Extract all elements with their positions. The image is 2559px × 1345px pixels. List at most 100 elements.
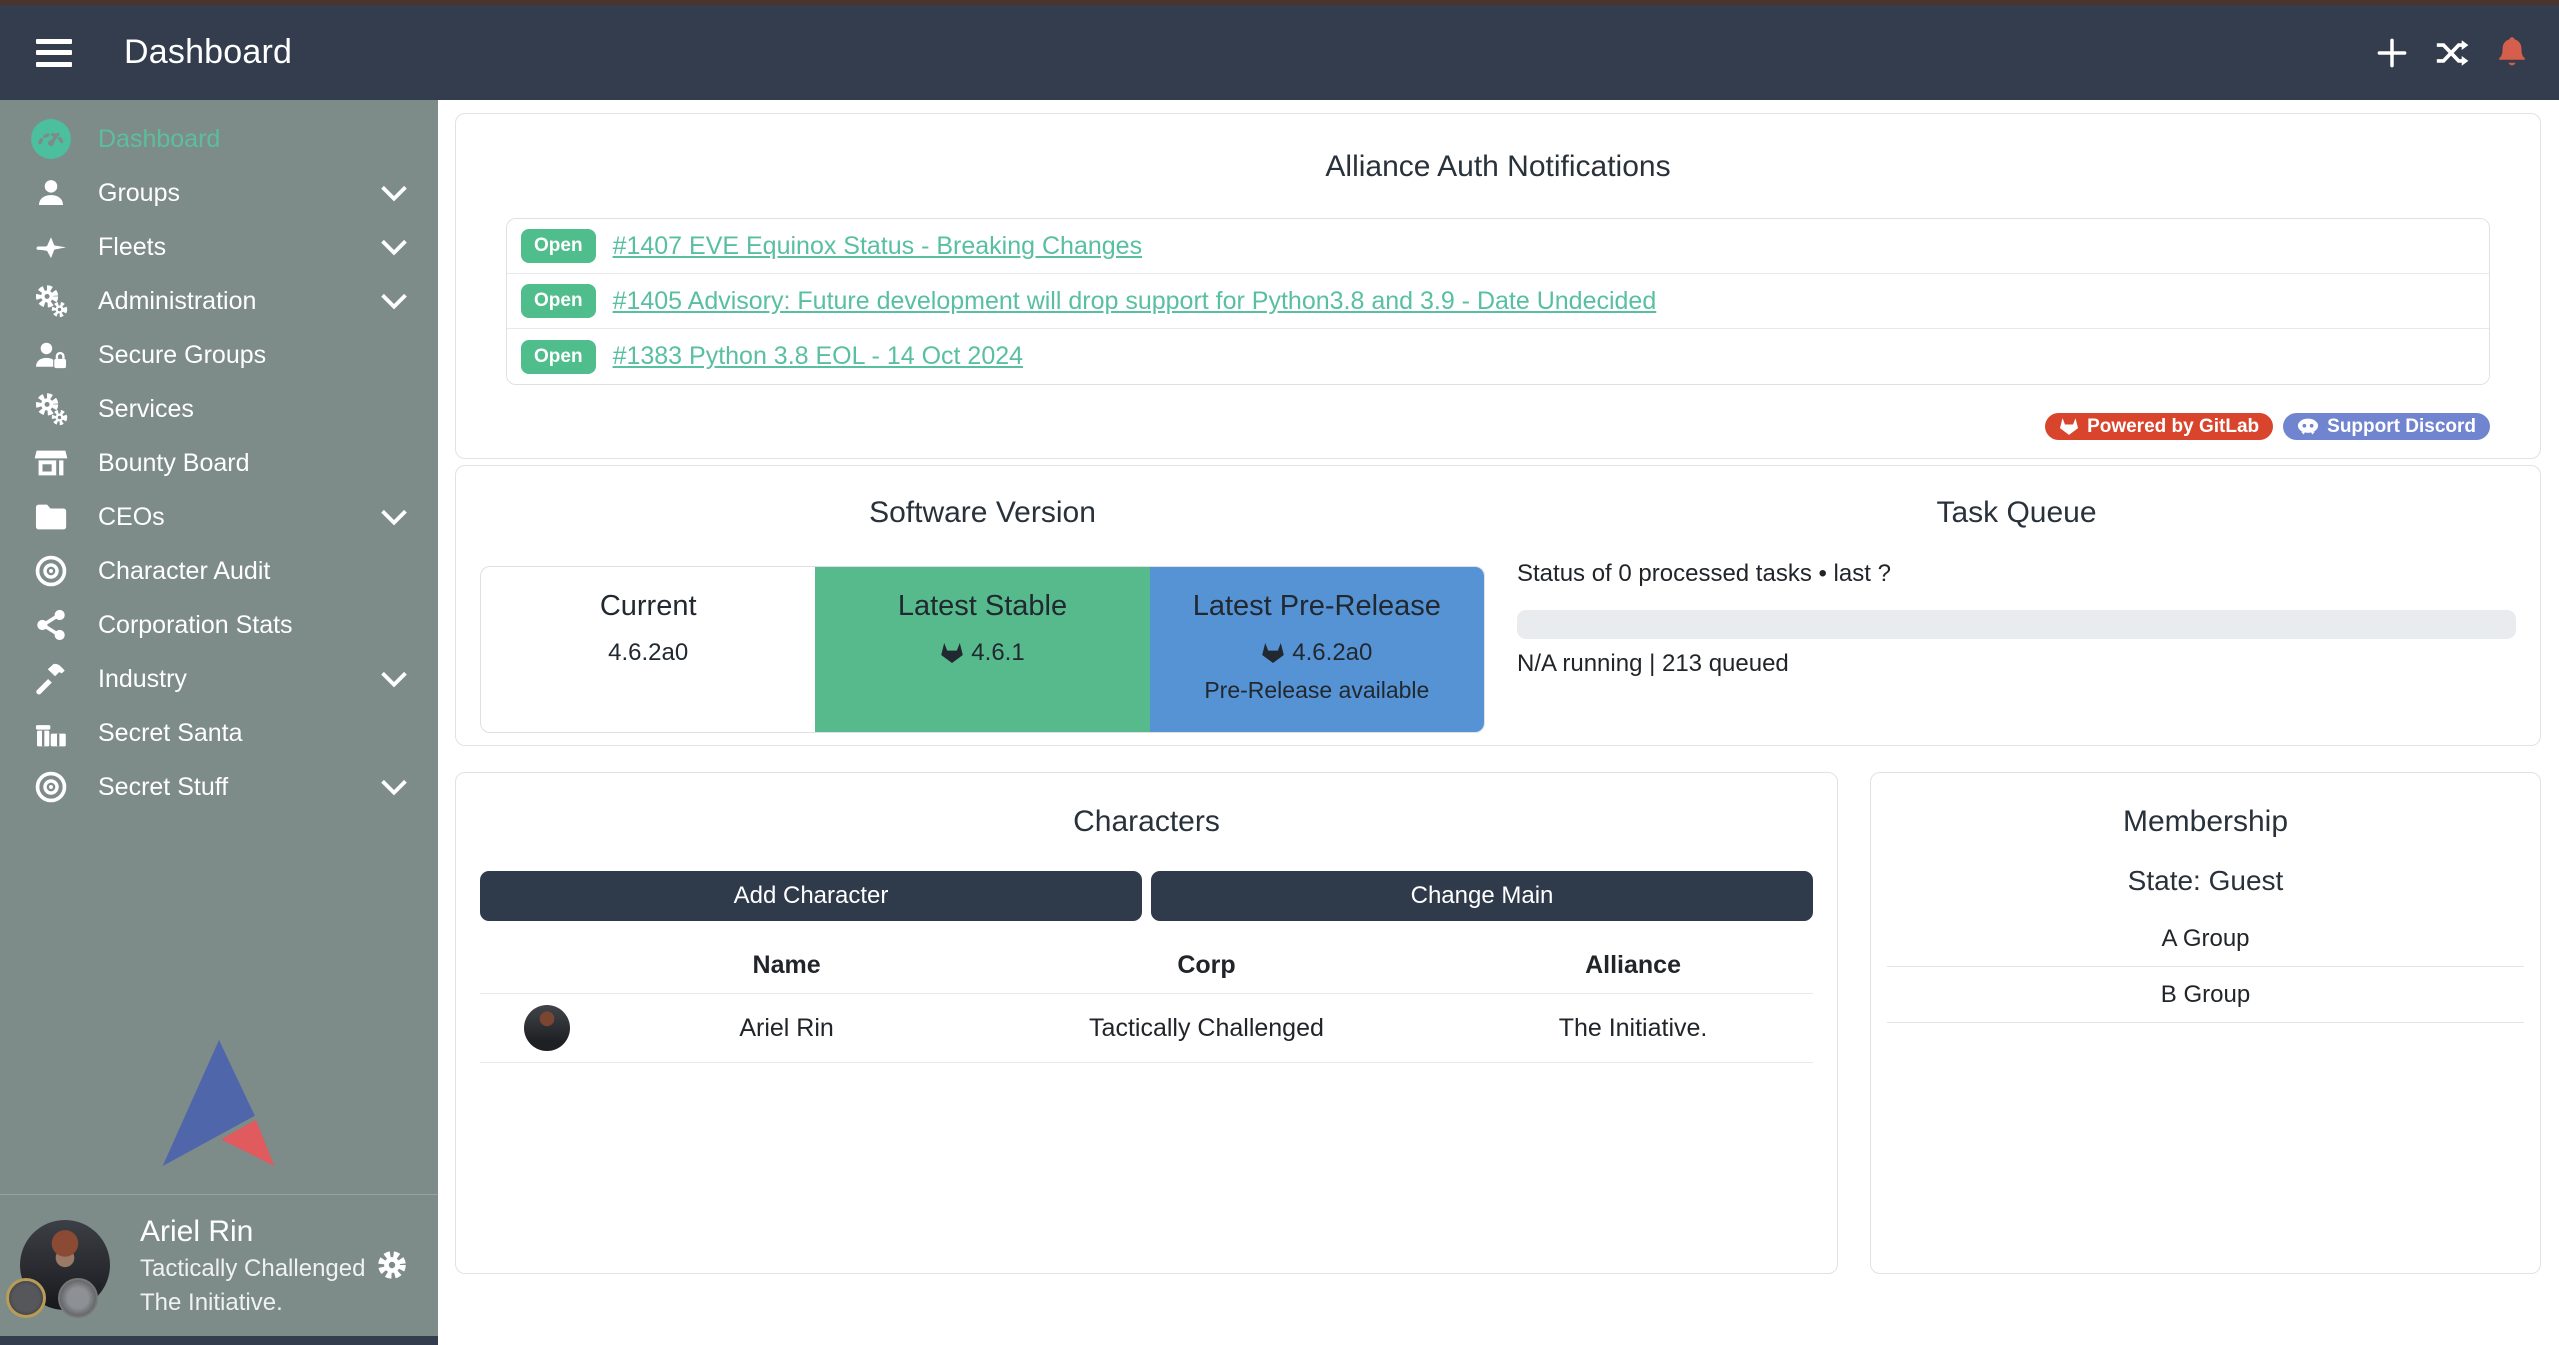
gauge-icon: [28, 118, 74, 160]
sidebar-bottom-bar: [0, 1336, 438, 1345]
status-badge: Open: [521, 229, 596, 263]
folder-icon: [28, 502, 74, 532]
notification-row: Open #1383 Python 3.8 EOL - 14 Oct 2024: [507, 329, 2489, 384]
notification-link[interactable]: #1405 Advisory: Future development will …: [613, 287, 1657, 316]
bell-icon[interactable]: [2495, 36, 2529, 70]
character-corp: Tactically Challenged: [960, 1014, 1453, 1043]
sidebar-item-industry[interactable]: Industry: [0, 652, 438, 706]
sidebar-item-dashboard[interactable]: Dashboard: [0, 112, 438, 166]
characters-table: Name Corp Alliance Ariel Rin Tactically …: [480, 937, 1813, 1063]
software-version-section: Software Version Current 4.6.2a0 Latest …: [480, 496, 1485, 745]
sidebar-item-label: Groups: [98, 179, 180, 208]
task-queue-counts: N/A running | 213 queued: [1517, 650, 2516, 678]
discord-icon: [2297, 418, 2319, 435]
sidebar-item-groups[interactable]: Groups: [0, 166, 438, 220]
task-queue-title: Task Queue: [1517, 496, 2516, 530]
list-item: B Group: [1887, 967, 2524, 1023]
gear-icon[interactable]: [376, 1249, 408, 1281]
membership-state: State: Guest: [1887, 865, 2524, 897]
sidebar-item-label: Services: [98, 395, 194, 424]
characters-panel: Characters Add Character Change Main Nam…: [455, 772, 1838, 1274]
jet-icon: [28, 231, 74, 263]
gitlab-tanuki-icon: [2059, 417, 2079, 436]
version-current-cell: Current 4.6.2a0: [481, 567, 815, 732]
page-title: Dashboard: [124, 33, 292, 72]
software-taskqueue-panel: Software Version Current 4.6.2a0 Latest …: [455, 465, 2541, 746]
notification-link[interactable]: #1407 EVE Equinox Status - Breaking Chan…: [613, 232, 1143, 261]
notification-row: Open #1405 Advisory: Future development …: [507, 274, 2489, 329]
sidebar-item-character-audit[interactable]: Character Audit: [0, 544, 438, 598]
gitlab-tanuki-icon: [940, 642, 964, 664]
gitlab-tanuki-icon: [1261, 642, 1285, 664]
navbar-actions: [2375, 36, 2529, 70]
sidebar-nav: Dashboard Groups Fleets: [0, 100, 438, 814]
sidebar-item-label: Dashboard: [98, 125, 220, 154]
sidebar-item-label: Administration: [98, 287, 256, 316]
status-badge: Open: [521, 340, 596, 374]
user-lock-icon: [28, 339, 74, 371]
sidebar-item-label: Corporation Stats: [98, 611, 293, 640]
user-icon: [28, 177, 74, 209]
notification-link[interactable]: #1383 Python 3.8 EOL - 14 Oct 2024: [613, 342, 1023, 371]
task-queue-section: Task Queue Status of 0 processed tasks •…: [1517, 496, 2516, 745]
shuffle-icon[interactable]: [2435, 36, 2469, 70]
chevron-down-icon: [380, 184, 408, 202]
character-name: Ariel Rin: [613, 1014, 960, 1043]
membership-panel: Membership State: Guest A Group B Group: [1870, 772, 2541, 1274]
membership-title: Membership: [1887, 805, 2524, 839]
notifications-title: Alliance Auth Notifications: [506, 150, 2490, 184]
table-row: Ariel Rin Tactically Challenged The Init…: [480, 993, 1813, 1063]
plus-icon[interactable]: [2375, 36, 2409, 70]
eye-icon: [28, 554, 74, 588]
user-avatar: [20, 1220, 110, 1310]
share-icon: [28, 609, 74, 641]
eye-icon: [28, 770, 74, 804]
sidebar-item-label: CEOs: [98, 503, 165, 532]
chevron-down-icon: [380, 292, 408, 310]
group-list: A Group B Group: [1887, 911, 2524, 1023]
hammer-icon: [28, 662, 74, 696]
user-name: Ariel Rin: [140, 1213, 365, 1251]
sidebar-item-bounty-board[interactable]: Bounty Board: [0, 436, 438, 490]
notifications-panel: Alliance Auth Notifications Open #1407 E…: [455, 113, 2541, 459]
menu-icon[interactable]: [36, 39, 72, 67]
sidebar-item-corporation-stats[interactable]: Corporation Stats: [0, 598, 438, 652]
corp-logo-badge: [6, 1278, 46, 1318]
sidebar-item-ceos[interactable]: CEOs: [0, 490, 438, 544]
gears-icon: [28, 284, 74, 318]
gears-icon: [28, 392, 74, 426]
version-table: Current 4.6.2a0 Latest Stable 4.6.1 Late…: [480, 566, 1485, 733]
chevron-down-icon: [380, 508, 408, 526]
shop-icon: [28, 447, 74, 479]
chevron-down-icon: [380, 778, 408, 796]
sidebar-item-label: Bounty Board: [98, 449, 250, 478]
character-alliance: The Initiative.: [1453, 1014, 1813, 1043]
sidebar-item-label: Secure Groups: [98, 341, 266, 370]
add-character-button[interactable]: Add Character: [480, 871, 1142, 921]
task-queue-status: Status of 0 processed tasks • last ?: [1517, 560, 2516, 588]
alliance-logo-badge: [58, 1278, 98, 1318]
sidebar-item-secret-stuff[interactable]: Secret Stuff: [0, 760, 438, 814]
sidebar-item-label: Secret Santa: [98, 719, 243, 748]
gitlab-badge[interactable]: Powered by GitLab: [2045, 413, 2273, 440]
sidebar-item-label: Fleets: [98, 233, 166, 262]
discord-badge[interactable]: Support Discord: [2283, 413, 2490, 440]
alliance-auth-app: Dashboard Dashboard: [0, 0, 2559, 1345]
user-panel[interactable]: Ariel Rin Tactically Challenged The Init…: [0, 1194, 438, 1337]
sidebar-item-label: Secret Stuff: [98, 773, 228, 802]
user-alliance: The Initiative.: [140, 1288, 365, 1318]
top-navbar: Dashboard: [0, 5, 2559, 100]
sidebar-item-fleets[interactable]: Fleets: [0, 220, 438, 274]
sidebar-item-secure-groups[interactable]: Secure Groups: [0, 328, 438, 382]
notification-row: Open #1407 EVE Equinox Status - Breaking…: [507, 219, 2489, 274]
sidebar-item-services[interactable]: Services: [0, 382, 438, 436]
footer-badges: Powered by GitLab Support Discord: [506, 413, 2490, 440]
sidebar: Dashboard Groups Fleets: [0, 100, 438, 1345]
chevron-down-icon: [380, 238, 408, 256]
sidebar-item-administration[interactable]: Administration: [0, 274, 438, 328]
characters-title: Characters: [480, 805, 1813, 839]
sidebar-item-secret-santa[interactable]: Secret Santa: [0, 706, 438, 760]
change-main-button[interactable]: Change Main: [1151, 871, 1813, 921]
character-portrait: [524, 1005, 570, 1051]
gifts-icon: [28, 717, 74, 749]
